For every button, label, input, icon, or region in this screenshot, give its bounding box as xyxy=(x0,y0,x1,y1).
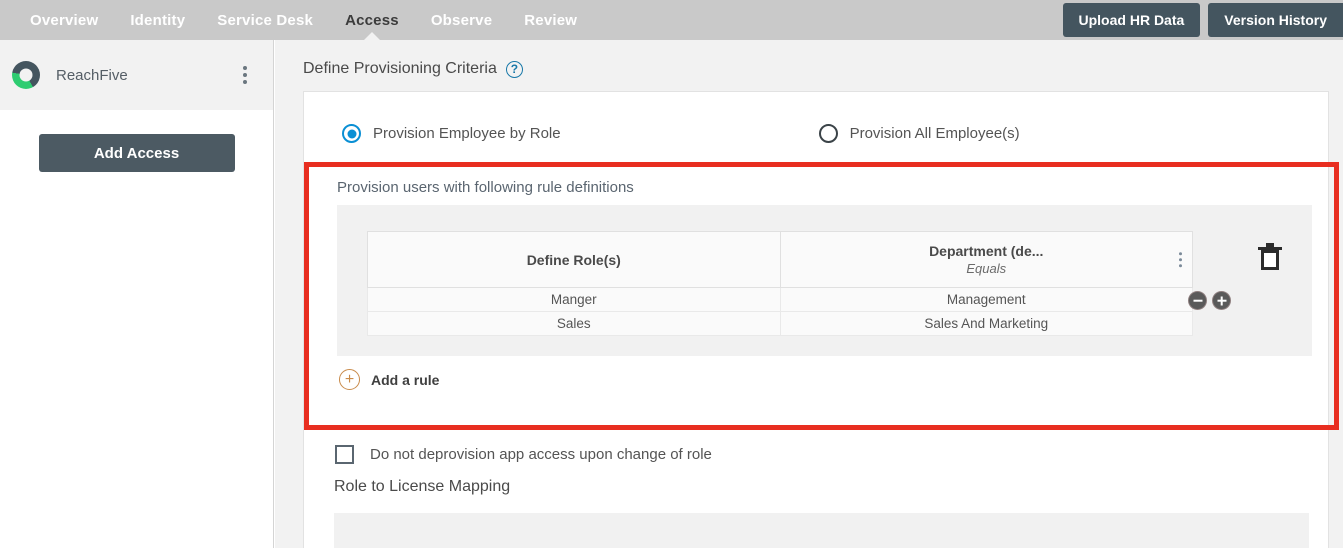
row-add-remove-controls xyxy=(1189,292,1230,309)
table-row[interactable]: Sales Sales And Marketing xyxy=(367,311,1193,336)
column-header-define-roles-title: Define Role(s) xyxy=(526,251,621,268)
top-nav-actions: Upload HR Data Version History xyxy=(1062,0,1343,40)
deprovision-checkbox-row[interactable]: Do not deprovision app access upon chang… xyxy=(335,445,712,464)
tab-access-label: Access xyxy=(345,11,399,29)
radio-provision-all-label: Provision All Employee(s) xyxy=(849,125,1020,142)
cell-role[interactable]: Manger xyxy=(367,287,781,312)
upload-hr-data-button[interactable]: Upload HR Data xyxy=(1062,3,1201,37)
rules-table-head: Define Role(s) Department (de... Equals xyxy=(367,231,1193,288)
cell-department[interactable]: Sales And Marketing xyxy=(779,311,1193,336)
provision-mode-radio-group: Provision Employee by Role Provision All… xyxy=(304,92,1328,143)
tab-service-desk-label: Service Desk xyxy=(217,11,314,29)
column-header-department[interactable]: Department (de... Equals xyxy=(779,231,1193,288)
deprovision-checkbox[interactable] xyxy=(335,445,354,464)
app-kebab-menu-icon[interactable] xyxy=(243,66,247,84)
tab-overview[interactable]: Overview xyxy=(14,0,114,40)
add-access-container: Add Access xyxy=(0,110,273,172)
add-access-button[interactable]: Add Access xyxy=(38,134,235,172)
version-history-button[interactable]: Version History xyxy=(1208,3,1343,37)
tab-review[interactable]: Review xyxy=(508,0,593,40)
plus-circle-icon[interactable] xyxy=(1213,292,1230,309)
tab-service-desk[interactable]: Service Desk xyxy=(201,0,329,40)
tab-review-label: Review xyxy=(524,11,578,29)
add-a-rule-button[interactable]: + Add a rule xyxy=(339,369,439,390)
top-navigation-bar: Overview Identity Service Desk Access Ob… xyxy=(0,0,1343,40)
rules-table-header-row: Define Role(s) Department (de... Equals xyxy=(367,231,1193,288)
add-a-rule-label: Add a rule xyxy=(371,371,440,388)
plus-circle-outline-icon: + xyxy=(339,369,360,390)
minus-circle-icon[interactable] xyxy=(1189,292,1206,309)
provisioning-criteria-card: Provision Employee by Role Provision All… xyxy=(303,91,1339,548)
deprovision-checkbox-label: Do not deprovision app access upon chang… xyxy=(370,446,712,463)
page-title-row: Define Provisioning Criteria ? xyxy=(275,40,1343,78)
top-nav-items: Overview Identity Service Desk Access Ob… xyxy=(14,0,593,40)
tab-identity-label: Identity xyxy=(130,11,186,29)
cell-department[interactable]: Management xyxy=(779,287,1193,312)
question-circle-icon[interactable]: ? xyxy=(505,60,523,78)
rule-definitions-panel: Define Role(s) Department (de... Equals … xyxy=(337,205,1312,356)
page-title: Define Provisioning Criteria xyxy=(303,60,497,77)
trash-can xyxy=(1261,250,1279,270)
tab-identity[interactable]: Identity xyxy=(114,0,201,40)
left-sidebar: ReachFive Add Access xyxy=(0,40,274,548)
column-header-define-roles[interactable]: Define Role(s) xyxy=(367,231,781,288)
radio-option-provision-all[interactable]: Provision All Employee(s) xyxy=(818,124,1020,143)
role-license-mapping-panel xyxy=(334,513,1309,548)
delete-rule-trash-icon[interactable] xyxy=(1257,243,1283,271)
app-name-label: ReachFive xyxy=(56,66,128,84)
cell-role[interactable]: Sales xyxy=(367,311,781,336)
column-header-department-operator: Equals xyxy=(966,261,1007,276)
rule-definitions-heading: Provision users with following rule defi… xyxy=(337,179,634,196)
tab-observe[interactable]: Observe xyxy=(415,0,508,40)
role-to-license-mapping-title: Role to License Mapping xyxy=(334,478,511,495)
column-header-department-title: Department (de... xyxy=(929,243,1044,259)
tab-overview-label: Overview xyxy=(30,11,99,29)
radio-provision-by-role-input[interactable] xyxy=(342,124,361,143)
main-content-area: Define Provisioning Criteria ? Provision… xyxy=(275,40,1343,548)
rules-table: Define Role(s) Department (de... Equals … xyxy=(367,231,1193,336)
rule-definitions-highlight-region: Provision users with following rule defi… xyxy=(304,162,1339,430)
reachfive-ring-logo-icon xyxy=(12,61,40,89)
table-row[interactable]: Manger Management xyxy=(367,287,1193,312)
column-header-kebab-menu-icon[interactable] xyxy=(1178,251,1182,268)
tab-observe-label: Observe xyxy=(430,11,493,29)
radio-provision-by-role-label: Provision Employee by Role xyxy=(373,125,561,142)
rules-table-body: Manger Management Sales Sales And Market… xyxy=(367,287,1193,336)
radio-option-provision-by-role[interactable]: Provision Employee by Role xyxy=(342,124,561,143)
app-list-item-reachfive[interactable]: ReachFive xyxy=(0,40,273,110)
tab-access[interactable]: Access xyxy=(329,0,415,40)
radio-provision-all-input[interactable] xyxy=(818,124,838,143)
